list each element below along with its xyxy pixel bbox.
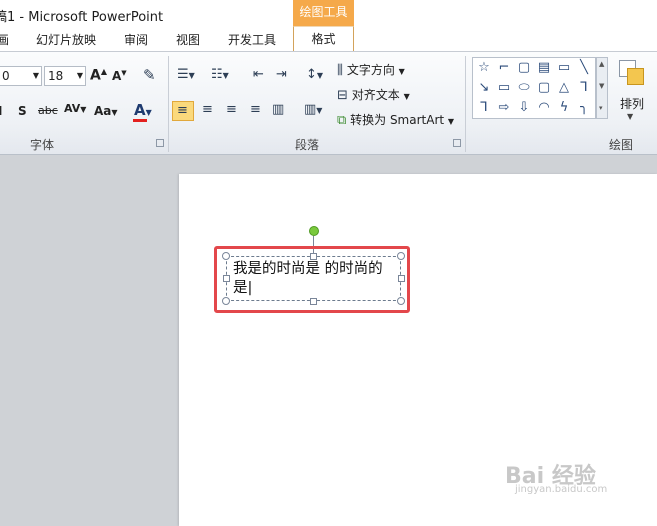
columns-icon[interactable]: ▥▼ — [304, 102, 322, 117]
arrange-icon[interactable] — [617, 58, 647, 88]
shapes-gallery[interactable]: ☆ ⌐ ▢ ▤ ▭ ╲ ↘ ▭ ⬭ ▢ △ ⅂ ⅂ ⇨ ⇩ ◠ ϟ ╮ — [472, 57, 596, 119]
convert-smartart-button[interactable]: ⧉ 转换为 SmartArt ▼ — [337, 111, 454, 128]
group-separator — [465, 56, 466, 152]
rectangle-shape-icon[interactable]: ▭ — [495, 79, 513, 97]
align-text-label: 对齐文本 — [351, 88, 400, 102]
font-name-value: 0 — [2, 69, 10, 83]
resize-handle-top[interactable] — [310, 253, 317, 260]
chevron-down-icon[interactable]: ▼ — [627, 112, 633, 121]
scroll-shape-icon[interactable]: ⌐ — [495, 59, 513, 77]
resize-handle-left[interactable] — [223, 275, 230, 282]
text-shadow-button[interactable]: S — [18, 104, 27, 118]
shapes-gallery-scrollbar[interactable]: ▲ ▼ ▾ — [596, 57, 608, 119]
text-direction-label: 文字方向 — [346, 63, 395, 77]
decrease-indent-icon[interactable]: ⇤ — [253, 67, 264, 82]
down-arrow-shape-icon[interactable]: ⇩ — [515, 99, 533, 117]
font-dialog-launcher[interactable] — [156, 139, 164, 147]
chevron-down-icon: ▼ — [398, 67, 405, 76]
change-case-button[interactable]: Aa▼ — [94, 104, 118, 118]
shrink-font-button[interactable]: A▼ — [112, 69, 127, 83]
strikethrough-button[interactable]: abc — [38, 104, 58, 117]
tab-slideshow[interactable]: 幻灯片放映 — [36, 31, 96, 48]
tab-review[interactable]: 审阅 — [124, 31, 148, 48]
gallery-more-icon[interactable]: ▾ — [599, 104, 603, 112]
rotation-handle[interactable] — [309, 226, 319, 236]
resize-handle-top-right[interactable] — [397, 252, 405, 260]
elbow-arrow-shape-icon[interactable]: ⅂ — [475, 99, 493, 117]
star-shape-icon[interactable]: ☆ — [475, 59, 493, 77]
shrink-font-icon: A — [112, 69, 122, 83]
drawing-tools-context-label: 绘图工具 — [293, 0, 354, 26]
chevron-down-icon[interactable]: ▼ — [77, 67, 83, 85]
callout-shape-icon[interactable]: ▢ — [515, 59, 533, 77]
resize-handle-bottom-right[interactable] — [397, 297, 405, 305]
character-spacing-button[interactable]: AV▼ — [64, 102, 86, 115]
window-title: 稿1 - Microsoft PowerPoint — [0, 10, 164, 25]
line-spacing-icon[interactable]: ↕▼ — [306, 67, 323, 82]
textbox-content[interactable]: 我是的时尚是 的时尚的是| — [233, 260, 398, 298]
vertical-textbox-shape-icon[interactable]: ▭ — [555, 59, 573, 77]
resize-handle-right[interactable] — [398, 275, 405, 282]
chevron-down-icon[interactable]: ▼ — [33, 67, 39, 85]
chevron-down-icon: ▼ — [447, 117, 455, 126]
increase-indent-icon[interactable]: ⇥ — [276, 67, 287, 82]
distributed-icon[interactable]: ▥ — [272, 102, 284, 117]
scribble-shape-icon[interactable]: ϟ — [555, 99, 573, 117]
oval-shape-icon[interactable]: ⬭ — [515, 79, 533, 97]
font-size-combo[interactable]: 18 ▼ — [44, 66, 86, 86]
group-separator — [168, 56, 169, 152]
align-right-icon[interactable]: ≡ — [226, 102, 237, 117]
freeform-shape-icon[interactable]: ◠ — [535, 99, 553, 117]
scroll-down-icon[interactable]: ▼ — [599, 82, 604, 90]
grow-font-button[interactable]: A▲ — [90, 67, 107, 84]
chevron-down-icon: ▼ — [403, 92, 410, 101]
italic-icon[interactable]: I — [0, 104, 2, 118]
paragraph-dialog-launcher[interactable] — [453, 139, 461, 147]
align-text-icon: ⊟ — [337, 88, 348, 103]
text-direction-button[interactable]: ⫼ 文字方向 ▼ — [337, 61, 405, 78]
resize-handle-bottom-left[interactable] — [222, 297, 230, 305]
bullets-icon[interactable]: ☰▼ — [177, 67, 195, 82]
numbering-icon[interactable]: ☷▼ — [211, 67, 229, 82]
paragraph-group-label: 段落 — [295, 138, 320, 152]
resize-handle-top-left[interactable] — [222, 252, 230, 260]
grow-font-icon: A — [90, 67, 101, 84]
text-direction-icon: ⫼ — [337, 63, 343, 78]
arrow-line-shape-icon[interactable]: ↘ — [475, 79, 493, 97]
justify-icon[interactable]: ≡ — [250, 102, 261, 117]
change-case-label: Aa — [94, 104, 112, 118]
font-color-button[interactable]: A▼ — [134, 101, 152, 119]
align-left-icon: ≡ — [177, 103, 188, 118]
triangle-shape-icon[interactable]: △ — [555, 79, 573, 97]
char-spacing-label: AV — [64, 102, 81, 115]
font-group-label: 字体 — [30, 138, 55, 152]
font-name-combo[interactable]: 0 ▼ — [0, 66, 42, 86]
tab-format[interactable]: 格式 — [293, 26, 354, 51]
align-left-button[interactable]: ≡ — [172, 101, 194, 121]
tab-animations[interactable]: 画 — [0, 31, 9, 48]
arc-shape-icon[interactable]: ╮ — [575, 99, 593, 117]
clear-formatting-icon[interactable]: ✎ — [143, 66, 156, 84]
arrange-button-label[interactable]: 排列 — [620, 95, 644, 112]
align-center-icon[interactable]: ≡ — [202, 102, 213, 117]
convert-smartart-label: 转换为 SmartArt — [350, 113, 445, 127]
drawing-group-label: 绘图 — [609, 138, 634, 152]
scroll-up-icon[interactable]: ▲ — [599, 60, 604, 68]
watermark-url: jingyan.baidu.com — [515, 484, 608, 495]
right-arrow-shape-icon[interactable]: ⇨ — [495, 99, 513, 117]
align-text-button[interactable]: ⊟ 对齐文本 ▼ — [337, 86, 410, 103]
textbox-shape-icon[interactable]: ▤ — [535, 59, 553, 77]
font-color-swatch — [133, 119, 147, 122]
tab-developer[interactable]: 开发工具 — [228, 31, 276, 48]
font-color-label: A — [134, 101, 146, 119]
smartart-icon: ⧉ — [337, 113, 347, 128]
font-size-value: 18 — [48, 69, 64, 83]
line-shape-icon[interactable]: ╲ — [575, 59, 593, 77]
resize-handle-bottom[interactable] — [310, 298, 317, 305]
tab-view[interactable]: 视图 — [176, 31, 200, 48]
elbow-connector-shape-icon[interactable]: ⅂ — [575, 79, 593, 97]
rounded-rectangle-shape-icon[interactable]: ▢ — [535, 79, 553, 97]
